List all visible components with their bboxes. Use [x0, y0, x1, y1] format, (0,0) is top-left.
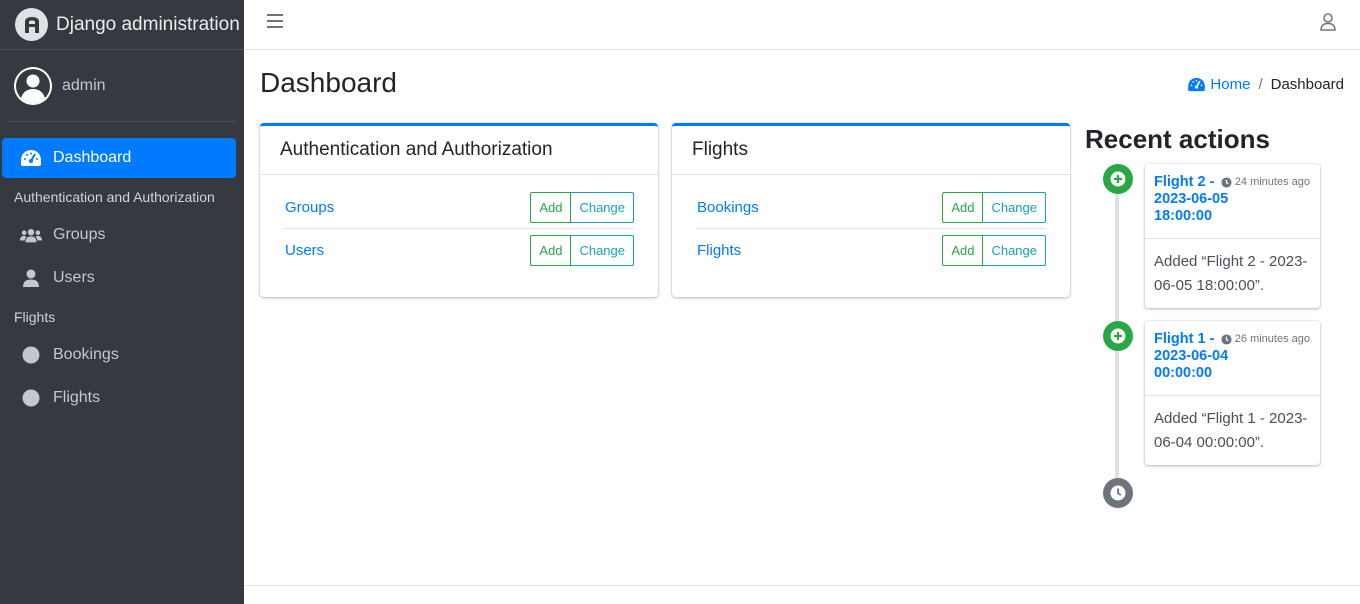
card-title: Authentication and Authorization: [260, 126, 658, 175]
add-button[interactable]: Add: [530, 192, 572, 223]
recent-action-message: Added “Flight 1 - 2023-06-04 00:00:00”.: [1154, 410, 1308, 451]
change-button[interactable]: Change: [571, 234, 634, 266]
top-navbar: [244, 0, 1360, 50]
sidebar: Django administration admin Dashboard Au…: [0, 0, 244, 604]
timeline-end-clock-icon: [1103, 478, 1133, 508]
recent-action-item: Flight 1 - 2023-06-04 00:00:00 26 minute…: [1145, 321, 1320, 465]
sidebar-header-flights: Flights: [14, 309, 56, 325]
model-link-groups[interactable]: Groups: [284, 199, 334, 216]
change-button[interactable]: Change: [983, 234, 1046, 266]
recent-action-message: Added “Flight 2 - 2023-06-05 18:00:00”.: [1154, 253, 1308, 294]
footer-divider: [244, 585, 1360, 586]
sidebar-item-label: Flights: [53, 389, 101, 406]
clock-icon: [1221, 176, 1232, 188]
add-button[interactable]: Add: [942, 234, 984, 266]
app-card-auth: Authentication and Authorization Groups …: [260, 123, 658, 297]
model-row: Flights Add Change: [696, 229, 1046, 271]
recent-actions-title: Recent actions: [1085, 124, 1270, 154]
sidebar-item-label: Bookings: [53, 346, 119, 363]
sidebar-item-label: Users: [53, 269, 95, 286]
plus-circle-icon: [1103, 164, 1133, 194]
sidebar-item-bookings[interactable]: Bookings: [2, 335, 236, 375]
model-row: Groups Add Change: [284, 187, 634, 229]
page-title: Dashboard: [260, 67, 397, 98]
breadcrumb-home[interactable]: Home: [1187, 76, 1250, 93]
user-icon: [20, 269, 42, 287]
brand-logo-icon: [15, 8, 48, 41]
sidebar-item-label: Groups: [53, 226, 106, 243]
brand-link[interactable]: Django administration: [0, 0, 244, 50]
sidebar-item-dashboard[interactable]: Dashboard: [2, 138, 236, 178]
change-button[interactable]: Change: [983, 192, 1046, 223]
circle-icon: [20, 389, 42, 407]
model-link-users[interactable]: Users: [284, 242, 324, 259]
main-content: Dashboard Home / Dashboard Authenticatio…: [244, 50, 1360, 585]
model-row: Bookings Add Change: [696, 187, 1046, 229]
change-button[interactable]: Change: [571, 192, 634, 223]
user-avatar-icon: [14, 66, 52, 105]
breadcrumb-separator: /: [1258, 76, 1263, 93]
recent-action-time: 24 minutes ago: [1221, 176, 1310, 188]
clock-icon: [1221, 333, 1232, 345]
add-button[interactable]: Add: [942, 192, 984, 223]
brand-title: Django administration: [56, 13, 240, 35]
sidebar-item-flights[interactable]: Flights: [2, 378, 236, 418]
user-name[interactable]: admin: [62, 77, 106, 95]
recent-action-item: Flight 2 - 2023-06-05 18:00:00 24 minute…: [1145, 164, 1320, 308]
tachometer-icon: [20, 149, 42, 167]
model-link-flights[interactable]: Flights: [696, 242, 741, 259]
breadcrumb: Home / Dashboard: [1187, 76, 1344, 93]
sidebar-nav: Dashboard Authentication and Authorizati…: [0, 138, 244, 418]
sidebar-item-groups[interactable]: Groups: [2, 215, 236, 255]
circle-icon: [20, 346, 42, 364]
menu-toggle-icon[interactable]: [267, 14, 283, 32]
card-title: Flights: [672, 126, 1070, 175]
sidebar-item-label: Dashboard: [53, 149, 132, 166]
user-menu-icon[interactable]: [1320, 13, 1336, 36]
app-card-flights: Flights Bookings Add Change Flights Add …: [672, 123, 1070, 297]
sidebar-item-users[interactable]: Users: [2, 258, 236, 298]
breadcrumb-current: Dashboard: [1270, 76, 1344, 93]
user-panel: admin: [8, 50, 236, 122]
users-group-icon: [20, 227, 42, 243]
model-link-bookings[interactable]: Bookings: [696, 199, 759, 216]
model-row: Users Add Change: [284, 229, 634, 271]
add-button[interactable]: Add: [530, 234, 572, 266]
recent-action-time: 26 minutes ago: [1221, 333, 1310, 345]
sidebar-header-auth: Authentication and Authorization: [14, 189, 215, 205]
plus-circle-icon: [1103, 321, 1133, 351]
tachometer-icon: [1188, 77, 1206, 92]
